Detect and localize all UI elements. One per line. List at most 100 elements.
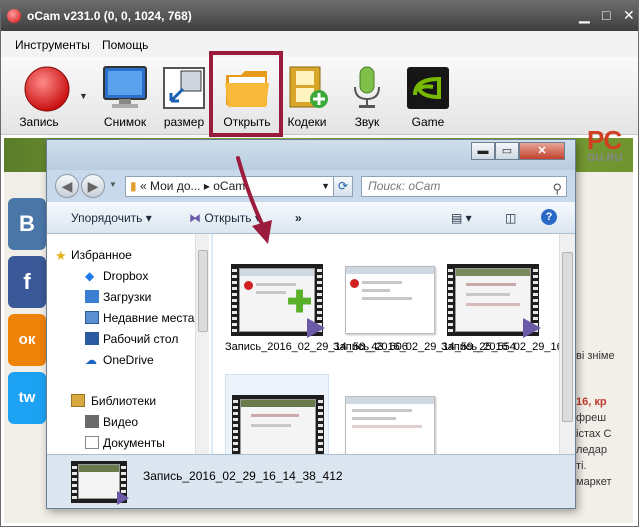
close-icon[interactable]: ✕ (623, 8, 635, 22)
selected-file-name: Запись_2016_02_29_16_14_38_412 (143, 469, 343, 483)
menu-tools[interactable]: Инструменты (15, 38, 90, 52)
nvidia-icon (405, 65, 451, 114)
maximize-icon[interactable]: □ (602, 8, 610, 22)
file-list: ✚ Запись_2016_02_29_14_58_43_606 Запись_… (213, 234, 559, 454)
documents-icon (85, 436, 99, 449)
navigation-pane: ★ Избранное ◆ Dropbox Загрузки Недавние … (47, 234, 211, 454)
dialog-minimize-icon[interactable]: ▬ (471, 142, 495, 160)
nav-video[interactable]: Видео (103, 415, 138, 429)
nav-libraries[interactable]: Библиотеки (91, 394, 156, 408)
menu-help[interactable]: Помощь (102, 38, 148, 52)
codecs-label: Кодеки (287, 115, 327, 129)
breadcrumb-dropdown-icon[interactable]: ▼ (321, 177, 330, 196)
video-thumbnail (447, 264, 541, 338)
content-scrollbar-thumb[interactable] (562, 252, 573, 422)
nav-scrollbar[interactable] (195, 234, 209, 454)
organize-label: Упорядочить (71, 211, 143, 225)
search-placeholder: Поиск: oCam (368, 179, 441, 193)
libraries-icon (71, 394, 85, 407)
nav-scrollbar-thumb[interactable] (198, 250, 208, 332)
open-with-button[interactable]: ⧓ Открыть ▾ (189, 211, 261, 225)
address-bar: ◀ ▶ ▼ ▮ « Мои до... ▸ oCam ▼ ⟳ Поиск: oC… (47, 170, 575, 202)
folder-small-icon: ▮ (130, 179, 137, 193)
nav-onedrive[interactable]: OneDrive (103, 353, 154, 367)
nav-downloads[interactable]: Загрузки (103, 290, 151, 304)
breadcrumb-item[interactable]: Мои до... (150, 179, 201, 193)
file-item[interactable] (225, 374, 329, 454)
selected-file-thumbnail (71, 461, 129, 505)
window-title: oCam v231.0 (0, 0, 1024, 768) (27, 9, 192, 23)
forward-icon[interactable]: ▶ (81, 174, 105, 198)
dialog-maximize-icon[interactable]: ▭ (495, 142, 519, 160)
snapshot-button[interactable]: Снимок (95, 61, 155, 131)
resize-icon (161, 65, 207, 114)
image-thumbnail (339, 264, 435, 336)
media-player-icon (523, 318, 541, 338)
sound-label: Звук (354, 115, 380, 129)
snapshot-label: Снимок (103, 115, 147, 129)
image-thumbnail (339, 394, 435, 454)
size-button[interactable]: размер (156, 61, 212, 131)
title-bar[interactable]: oCam v231.0 (0, 0, 1024, 768) ▁ □ ✕ (1, 1, 638, 31)
content-scrollbar[interactable] (559, 234, 575, 454)
record-button[interactable]: ▼ Запись (9, 61, 88, 131)
refresh-icon[interactable]: ⟳ (333, 176, 353, 197)
open-button-highlight (209, 51, 283, 137)
recent-places-icon (85, 311, 99, 324)
record-label: Запись (19, 115, 59, 129)
downloads-icon (85, 290, 99, 303)
search-icon[interactable]: ⚲ (552, 179, 562, 198)
watermark-pc: PC (587, 125, 622, 155)
codecs-button[interactable]: Кодеки (280, 61, 334, 131)
size-label: размер (163, 115, 205, 129)
search-input[interactable]: Поиск: oCam ⚲ (361, 176, 567, 197)
media-player-icon (117, 491, 129, 505)
nav-recent[interactable]: Недавние места (103, 311, 194, 325)
file-name: Запись_2016_02_29_14_58_43_606 (225, 341, 408, 353)
back-icon[interactable]: ◀ (55, 174, 79, 198)
sound-button[interactable]: Звук (339, 61, 395, 131)
ocam-logo-icon (7, 9, 21, 23)
file-item[interactable]: Запись_2016_02_29_16_13_37_586 (441, 264, 559, 366)
toolbar: ▼ Запись Снимок размер Открыть Кодеки Зв… (1, 57, 638, 164)
video-thumbnail (232, 395, 324, 454)
file-item[interactable]: ✚ Запись_2016_02_29_14_58_43_606 (225, 264, 408, 366)
open-with-label: Открыть (204, 211, 252, 225)
nav-favorites[interactable]: Избранное (71, 248, 132, 262)
minimize-icon[interactable]: ▁ (579, 8, 590, 22)
nav-documents[interactable]: Документы (103, 436, 165, 450)
media-player-icon (307, 318, 325, 338)
nav-dropbox[interactable]: Dropbox (103, 269, 148, 283)
record-icon (23, 65, 71, 116)
dialog-close-icon[interactable]: ✕ (519, 142, 565, 160)
game-label: Game (411, 115, 445, 129)
nav-desktop[interactable]: Рабочий стол (103, 332, 178, 346)
pcgu-watermark: PC GU.RU (587, 127, 622, 164)
open-folder-dialog: ▬ ▭ ✕ ◀ ▶ ▼ ▮ « Мои до... ▸ oCam ▼ ⟳ Пои… (46, 139, 576, 509)
command-bar: Упорядочить ▾ ⧓ Открыть ▾ » ▤ ▾ ◫ ? (47, 202, 575, 234)
file-name: Запись_2016_02_29_14_59_25_554 (333, 341, 516, 353)
record-dropdown-icon[interactable]: ▼ (79, 91, 88, 101)
file-item[interactable] (333, 394, 437, 454)
star-icon: ★ (55, 248, 67, 263)
help-icon[interactable]: ? (541, 209, 557, 225)
video-thumbnail: ✚ (231, 264, 325, 338)
breadcrumb-item[interactable]: oCam (213, 179, 245, 193)
watermark-gu: GU.RU (587, 152, 623, 164)
monitor-icon (101, 65, 149, 114)
dialog-caption[interactable]: ▬ ▭ ✕ (47, 140, 575, 170)
desktop-icon (85, 332, 99, 345)
organize-button[interactable]: Упорядочить ▾ (71, 211, 152, 225)
game-button[interactable]: Game (399, 61, 457, 131)
nav-history-icon[interactable]: ▼ (109, 180, 117, 189)
view-icon[interactable]: ▤ ▾ (451, 211, 472, 225)
dropbox-icon: ◆ (85, 269, 95, 283)
more-commands-button[interactable]: » (295, 211, 302, 225)
details-pane: Запись_2016_02_29_16_14_38_412 (47, 454, 575, 508)
file-item[interactable]: Запись_2016_02_29_14_59_25_554 (333, 264, 516, 366)
breadcrumb[interactable]: ▮ « Мои до... ▸ oCam ▼ (125, 176, 335, 197)
microphone-icon (347, 65, 387, 114)
media-player-icon: ⧓ (189, 211, 201, 225)
preview-pane-icon[interactable]: ◫ (505, 211, 516, 225)
video-library-icon (85, 415, 99, 428)
